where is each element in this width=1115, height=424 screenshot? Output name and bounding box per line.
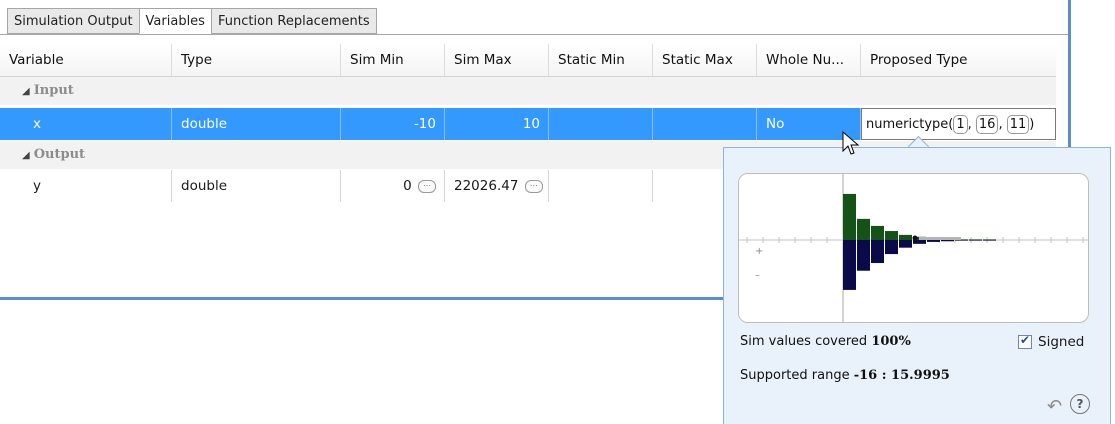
- histogram-tail: [919, 237, 961, 240]
- histogram-svg: [739, 174, 1088, 322]
- group-row-input[interactable]: ◢ Input: [0, 77, 1056, 105]
- column-header-static-min[interactable]: Static Min: [549, 44, 653, 76]
- column-header-type[interactable]: Type: [172, 44, 341, 76]
- mouse-cursor-icon: [842, 131, 860, 155]
- histogram-bar-positive: [899, 234, 912, 240]
- minus-label: –: [755, 270, 760, 281]
- column-header-proposed-type[interactable]: Proposed Type: [861, 44, 1056, 76]
- fraction-length-token[interactable]: 11: [1006, 115, 1030, 134]
- plus-label: +: [755, 246, 764, 257]
- histogram-bar-negative: [983, 240, 996, 241]
- tab-variables[interactable]: Variables: [138, 8, 211, 34]
- histogram-bar-negative: [857, 240, 870, 271]
- sim-values-covered: Sim values covered 100%: [740, 334, 911, 349]
- fixed-point-histogram-popup: + – Sim values covered 100% Signed Suppo…: [723, 147, 1111, 424]
- histogram-bar-positive: [885, 231, 898, 240]
- table-header: Variable Type Sim Min Sim Max Static Min…: [0, 44, 1056, 77]
- cell-type[interactable]: double: [172, 108, 341, 140]
- column-header-sim-min[interactable]: Sim Min: [341, 44, 445, 76]
- histogram-bar-negative: [871, 240, 884, 264]
- ellipsis-icon[interactable]: ⋯: [418, 179, 436, 193]
- cell-variable: y: [0, 170, 172, 202]
- histogram-bar-negative: [843, 240, 856, 290]
- column-header-sim-max[interactable]: Sim Max: [445, 44, 549, 76]
- group-label-input: Input: [33, 83, 74, 98]
- signedness-token[interactable]: 1: [953, 115, 968, 134]
- histogram-bar-negative: [899, 240, 912, 248]
- undo-icon[interactable]: ↶: [1047, 396, 1062, 417]
- cell-static-max[interactable]: [653, 108, 757, 140]
- cell-static-min[interactable]: [549, 108, 653, 140]
- cell-sim-max: 22026.47 ⋯: [445, 170, 549, 202]
- proposed-type-editor[interactable]: numerictype(1, 16, 11): [861, 108, 1056, 140]
- histogram-marker: [912, 235, 918, 241]
- tab-function-replacements[interactable]: Function Replacements: [210, 8, 377, 34]
- collapse-triangle-icon[interactable]: ◢: [22, 78, 30, 106]
- tab-separator: [0, 34, 1068, 35]
- proposed-type-sep1: ,: [967, 117, 976, 132]
- tab-strip: Simulation Output Variables Function Rep…: [7, 8, 377, 34]
- histogram-bar-negative: [969, 240, 982, 241]
- column-header-whole-number[interactable]: Whole Nu...: [757, 44, 861, 76]
- histogram-bar-negative: [885, 240, 898, 255]
- ellipsis-icon[interactable]: ⋯: [524, 179, 543, 193]
- cell-sim-max: 10: [445, 108, 549, 140]
- histogram-bar-positive: [857, 218, 870, 240]
- histogram-bar-positive: [871, 225, 884, 240]
- collapse-triangle-icon[interactable]: ◢: [22, 142, 30, 170]
- table-row-x[interactable]: x double -10 10 No numerictype(1, 16, 11…: [0, 108, 1056, 140]
- covered-label: Sim values covered: [740, 334, 868, 349]
- cell-type[interactable]: double: [172, 170, 341, 202]
- help-icon[interactable]: ?: [1070, 394, 1090, 414]
- word-length-token[interactable]: 16: [975, 115, 999, 134]
- histogram-bar-negative: [913, 240, 926, 244]
- signed-checkbox[interactable]: Signed: [1018, 333, 1085, 350]
- column-header-variable[interactable]: Variable: [0, 44, 172, 76]
- cell-static-min[interactable]: [549, 170, 653, 202]
- range-label: Supported range: [740, 368, 850, 383]
- column-header-static-max[interactable]: Static Max: [653, 44, 757, 76]
- tab-simulation-output[interactable]: Simulation Output: [7, 8, 139, 34]
- group-label-output: Output: [33, 147, 86, 162]
- cell-sim-min-value: 0: [403, 178, 412, 194]
- covered-value: 100%: [871, 334, 911, 349]
- proposed-type-sep2: ,: [998, 117, 1007, 132]
- checkbox-icon[interactable]: [1018, 333, 1032, 349]
- histogram-bar-negative: [955, 240, 968, 241]
- cell-sim-min: 0 ⋯: [341, 170, 445, 202]
- proposed-type-suffix: ): [1029, 117, 1035, 132]
- histogram-bar-positive: [969, 239, 982, 240]
- supported-range: Supported range -16 : 15.9995: [740, 368, 950, 383]
- histogram-plot[interactable]: + –: [738, 173, 1089, 323]
- range-value: -16 : 15.9995: [853, 368, 950, 383]
- proposed-type-prefix: numerictype(: [866, 117, 954, 132]
- histogram-bar-negative: [927, 240, 940, 242]
- histogram-bar-positive: [843, 193, 856, 240]
- cell-variable: x: [0, 108, 172, 140]
- signed-label: Signed: [1038, 334, 1085, 350]
- cell-sim-min: -10: [341, 108, 445, 140]
- histogram-bar-positive: [983, 239, 996, 240]
- histogram-bar-negative: [941, 240, 954, 242]
- cell-sim-max-value: 22026.47: [454, 178, 519, 194]
